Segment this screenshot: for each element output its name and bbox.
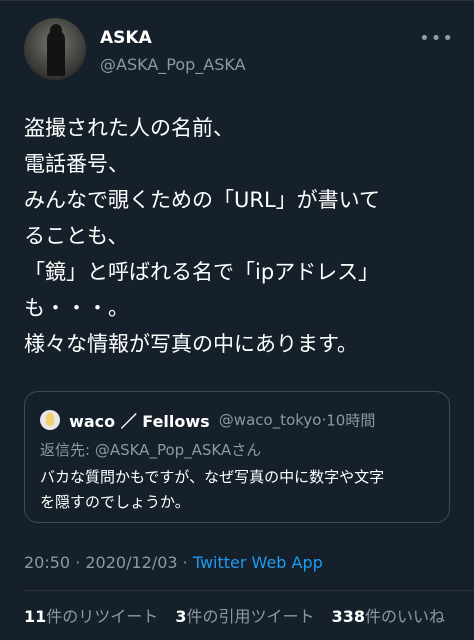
quoted-author-handle: @waco_tokyo [218, 411, 322, 429]
author-handle[interactable]: @ASKA_Pop_ASKA [100, 55, 246, 74]
quoted-author-avatar [40, 410, 60, 430]
stats-divider [24, 590, 474, 591]
tweet-text: 盗撮された人の名前、 電話番号、 みんなで覗くための「URL」が書いて ることも… [24, 116, 381, 356]
tweet-timestamp: 20:50 · 2020/12/03 · Twitter Web App [24, 553, 323, 572]
retweets-count: 11 [24, 607, 47, 626]
quoted-tweet-text: バカな質問かもですが、なぜ写真の中に数字や文字 を隠すのでしょうか。 [40, 468, 385, 511]
tweet-header: ASKA @ASKA_Pop_ASKA ••• [24, 18, 454, 82]
quoted-tweet[interactable]: waco ／ Fellows @waco_tokyo·10時間 返信先: @AS… [24, 391, 450, 523]
timestamp-text[interactable]: 20:50 · 2020/12/03 · [24, 553, 193, 572]
quotes-count: 3 [175, 607, 187, 626]
likes-label: 件のいいね [365, 607, 446, 626]
likes-stat[interactable]: 338件のいいね [332, 607, 445, 626]
likes-count: 338 [331, 607, 366, 626]
quoted-time: 10時間 [326, 411, 376, 430]
source-app-link[interactable]: Twitter Web App [193, 553, 323, 572]
author-avatar[interactable] [24, 18, 86, 80]
top-divider [0, 0, 474, 1]
retweets-stat[interactable]: 11件のリツイート [24, 607, 158, 626]
quoted-author-name: waco ／ Fellows [69, 412, 210, 431]
retweets-label: 件のリツイート [46, 607, 159, 626]
quotes-label: 件の引用ツイート [186, 607, 315, 626]
quoted-tweet-header: waco ／ Fellows @waco_tokyo·10時間 [40, 408, 376, 431]
quoted-reply-to: 返信先: @ASKA_Pop_ASKAさん [40, 441, 262, 459]
quotes-stat[interactable]: 3件の引用ツイート [175, 607, 314, 626]
author-name[interactable]: ASKA [100, 28, 152, 48]
tweet-stats: 11件のリツイート 3件の引用ツイート 338件のいいね [24, 603, 457, 627]
more-dots-icon[interactable]: ••• [419, 28, 454, 49]
